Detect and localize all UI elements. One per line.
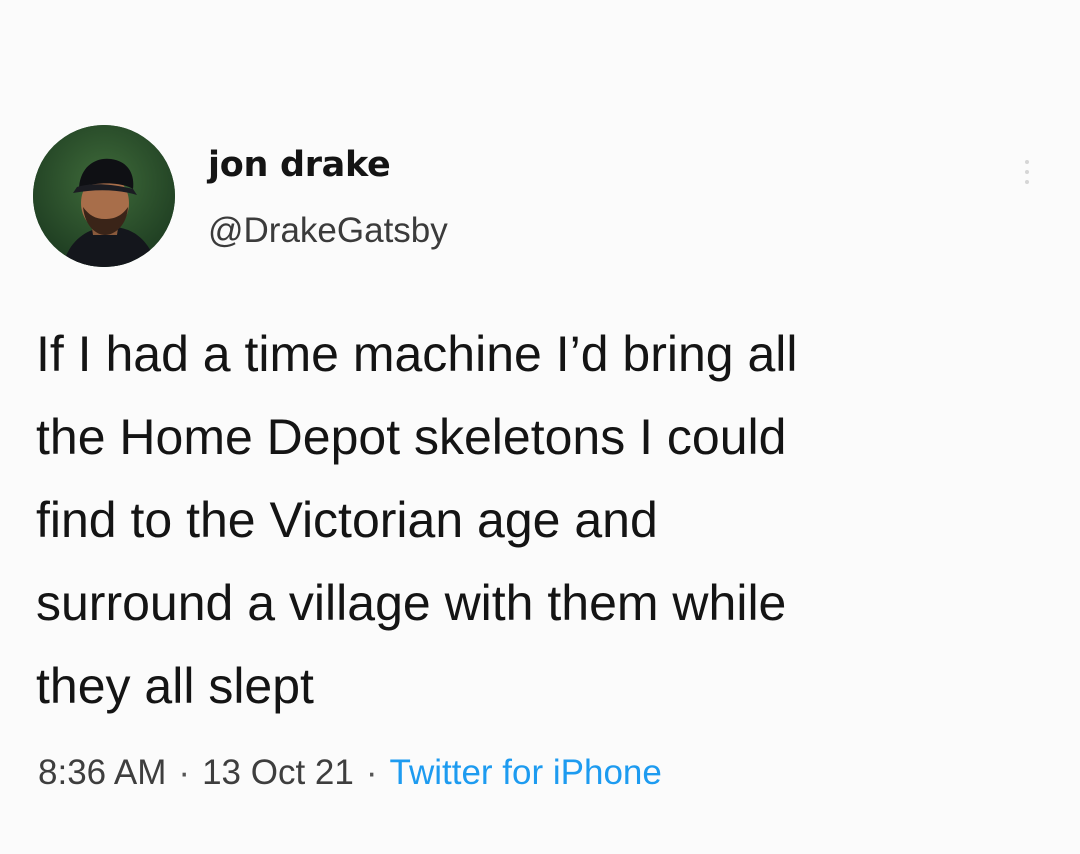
more-vertical-icon-dot: [1025, 180, 1029, 184]
author-display-name[interactable]: jon drake: [208, 140, 448, 190]
tweet-time[interactable]: 8:36 AM: [38, 753, 166, 792]
tweet-card: jon drake @DrakeGatsby If I had a time m…: [0, 0, 1080, 854]
more-options-button[interactable]: [1012, 150, 1042, 194]
tweet-text: If I had a time machine I’d bring all th…: [36, 326, 798, 714]
avatar[interactable]: [33, 125, 175, 267]
tweet-date[interactable]: 13 Oct 21: [202, 753, 354, 792]
meta-separator: ·: [365, 753, 378, 792]
author-handle[interactable]: @DrakeGatsby: [208, 206, 448, 256]
more-vertical-icon-dot: [1025, 170, 1029, 174]
tweet-author: jon drake @DrakeGatsby: [208, 140, 448, 256]
tweet-source-link[interactable]: Twitter for iPhone: [390, 753, 662, 792]
more-vertical-icon: [1025, 160, 1029, 164]
avatar-photo: [33, 125, 175, 267]
meta-separator: ·: [178, 753, 191, 792]
tweet-meta: 8:36 AM · 13 Oct 21 · Twitter for iPhone: [38, 748, 662, 798]
